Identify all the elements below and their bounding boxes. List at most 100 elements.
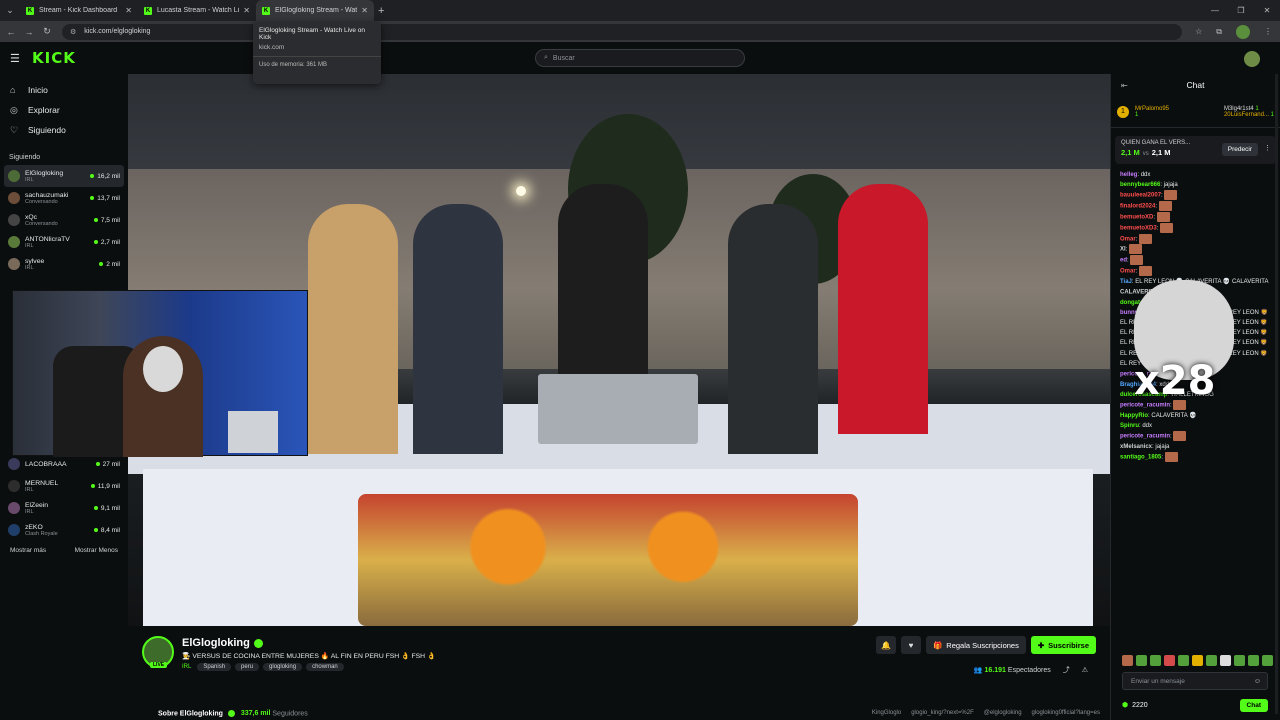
chat-username[interactable]: ed: [1120, 258, 1127, 264]
chat-username[interactable]: bemuetoXD: [1120, 215, 1153, 221]
emote-icon[interactable]: [1192, 655, 1203, 666]
chat-emote-icon: [1139, 233, 1153, 244]
send-chat-button[interactable]: Chat: [1239, 698, 1268, 712]
leader-name[interactable]: MrPalomo95: [1135, 106, 1169, 112]
emote-icon[interactable]: [1122, 655, 1133, 666]
channel-name-heading[interactable]: ElGlogloking: [182, 637, 263, 649]
tab-search-icon[interactable]: ⌄: [0, 0, 20, 21]
bookmark-star-icon[interactable]: ☆: [1195, 27, 1202, 36]
emote-icon[interactable]: [1178, 655, 1189, 666]
about-heading: Sobre ElGlogloking: [158, 710, 223, 718]
emote-icon[interactable]: [1150, 655, 1161, 666]
follow-heart-icon[interactable]: ♥: [900, 636, 921, 654]
emote-icon[interactable]: [1136, 655, 1147, 666]
channel-viewers: 9,1 mil: [100, 504, 120, 512]
notification-bell-icon[interactable]: 🔔: [875, 636, 896, 654]
recommended-channel[interactable]: zEKO Clash Royale 8,4 mil: [0, 519, 128, 541]
chat-message-input[interactable]: Enviar un mensaje ☺: [1122, 672, 1268, 690]
emote-icon[interactable]: [1248, 655, 1259, 666]
more-options-icon[interactable]: ⋮: [1264, 144, 1271, 152]
subscribe-button[interactable]: ✚ Suscribirse: [1030, 636, 1096, 654]
chat-username[interactable]: xMelsanicx: [1120, 444, 1152, 450]
tag-pill[interactable]: Spanish: [197, 663, 232, 671]
site-info-icon[interactable]: ⚙: [70, 28, 76, 36]
collapse-chat-icon[interactable]: ⇤: [1121, 81, 1128, 90]
page-scrollbar[interactable]: [1275, 74, 1278, 714]
kick-logo[interactable]: KICK: [32, 49, 76, 67]
close-window-icon[interactable]: ✕: [1254, 0, 1280, 21]
stream-category-link[interactable]: IRL: [182, 664, 191, 670]
channel-avatar: [8, 192, 20, 204]
tab-lucasta-stream[interactable]: K Lucasta Stream - Watch Live on ✕: [138, 0, 256, 21]
tag-pill[interactable]: peru: [235, 663, 260, 671]
chat-username[interactable]: finalord2024: [1120, 204, 1155, 210]
close-tab-icon[interactable]: ✕: [125, 6, 132, 15]
emote-icon[interactable]: [1164, 655, 1175, 666]
kick-favicon-icon: K: [262, 6, 270, 15]
social-link-youtube[interactable]: @elglogloking: [984, 710, 1022, 716]
followed-channel[interactable]: sachauzumaki Conversando 13,7 mil: [0, 187, 128, 209]
sidebar-item-explorar[interactable]: ◎ Explorar: [0, 100, 128, 120]
chat-username[interactable]: helleg: [1120, 172, 1137, 178]
browser-menu-icon[interactable]: ⋮: [1264, 27, 1272, 36]
maximize-icon[interactable]: ❐: [1228, 0, 1254, 21]
extensions-icon[interactable]: ⧉: [1216, 27, 1222, 37]
emote-icon[interactable]: [1262, 655, 1273, 666]
back-arrow-icon[interactable]: ←: [4, 27, 18, 37]
social-link-instagram[interactable]: glogio_king/?next=%2F: [911, 710, 974, 716]
recommended-channel[interactable]: MERNUEL IRL 11,9 mil: [0, 475, 128, 497]
star-icon: ✚: [1037, 640, 1045, 650]
minimize-icon[interactable]: —: [1202, 0, 1228, 21]
chat-username[interactable]: pericote_racumin: [1120, 434, 1170, 440]
chat-username[interactable]: HappyRio: [1120, 413, 1148, 419]
channel-name: sachauzumaki: [25, 191, 69, 199]
reload-icon[interactable]: ↻: [40, 26, 54, 37]
predict-button[interactable]: Predecir: [1221, 143, 1258, 156]
tab-kick-dashboard[interactable]: K Stream - Kick Dashboard ✕: [20, 0, 138, 21]
emote-icon[interactable]: [1206, 655, 1217, 666]
social-link-tiktok[interactable]: glogloking0fficial?lang=es: [1032, 710, 1100, 716]
kick-favicon-icon: K: [144, 6, 152, 15]
chat-username[interactable]: santiago_1805: [1120, 455, 1161, 461]
gift-subs-button[interactable]: 🎁 Regala Suscripciones: [925, 636, 1026, 654]
emote-icon[interactable]: [1234, 655, 1245, 666]
show-less-link[interactable]: Mostrar Menos: [75, 547, 118, 554]
followed-channel[interactable]: sylvee IRL 2 mil: [0, 253, 128, 275]
search-input[interactable]: ⌕ Buscar: [535, 49, 745, 67]
channel-points-icon[interactable]: ⬢: [1122, 701, 1128, 709]
chat-username[interactable]: bennybear666: [1120, 182, 1160, 188]
followed-channel[interactable]: xQc Conversando 7,5 mil: [0, 209, 128, 231]
chat-username[interactable]: Omar: [1120, 268, 1136, 274]
followed-channel[interactable]: ANTONlicraTV IRL 2,7 mil: [0, 231, 128, 253]
user-avatar[interactable]: [1244, 51, 1260, 67]
profile-avatar[interactable]: [1236, 24, 1250, 39]
url-field[interactable]: ⚙ kick.com/elglogloking: [62, 23, 1182, 40]
sidebar-item-siguiendo[interactable]: ♡ Siguiendo: [0, 120, 128, 140]
stream-tags: IRL Spanish peru glogloking chowman: [182, 663, 344, 671]
followed-channel[interactable]: ElGlogloking IRL 16,2 mil: [4, 165, 124, 187]
chat-username[interactable]: bauuleeal2007: [1120, 193, 1161, 199]
new-tab-plus-icon[interactable]: +: [378, 5, 384, 17]
leader-name[interactable]: 20LuisFernand...: [1224, 112, 1269, 118]
tag-pill[interactable]: chowman: [306, 663, 344, 671]
forward-arrow-icon[interactable]: →: [22, 27, 36, 37]
recommended-channel[interactable]: ElZeein IRL 9,1 mil: [0, 497, 128, 519]
emote-picker-icon[interactable]: ☺: [1254, 678, 1261, 685]
hamburger-menu-icon[interactable]: ☰: [10, 52, 24, 65]
chat-username[interactable]: Omar: [1120, 236, 1136, 242]
tab-elglogloking-stream[interactable]: K ElGlogloking Stream - Watch L ✕: [256, 0, 374, 21]
chat-username[interactable]: bemuetoXD3: [1120, 225, 1157, 231]
sidebar-item-inicio[interactable]: ⌂ Inicio: [0, 80, 128, 100]
tag-pill[interactable]: glogloking: [263, 663, 303, 671]
channel-category: IRL: [25, 264, 34, 271]
show-more-link[interactable]: Mostrar más: [10, 547, 46, 554]
chat-text: ddx: [1142, 423, 1153, 430]
close-tab-icon[interactable]: ✕: [243, 6, 250, 15]
emote-icon[interactable]: [1220, 655, 1231, 666]
social-link-x[interactable]: KingGloglo: [872, 710, 901, 716]
chat-emote-icon: [1160, 222, 1174, 233]
share-icon[interactable]: ⤴: [1063, 665, 1070, 675]
chat-username[interactable]: Spinru: [1120, 423, 1139, 429]
report-flag-icon[interactable]: ⚠: [1082, 666, 1088, 674]
close-tab-icon[interactable]: ✕: [361, 6, 368, 15]
